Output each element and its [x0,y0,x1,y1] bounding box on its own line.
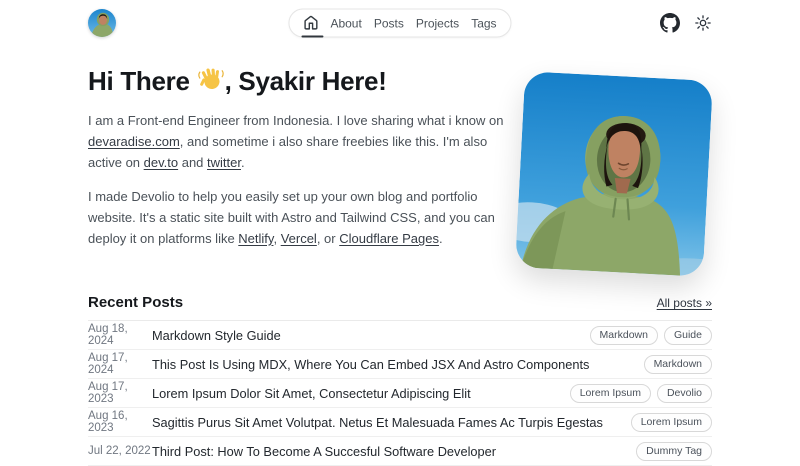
tag-badge[interactable]: Lorem Ipsum [631,413,712,432]
post-tags: Lorem Ipsum [631,413,712,432]
recent-posts-header: Recent Posts All posts » [88,294,712,321]
p2-text: . [439,231,443,246]
post-row: Aug 17, 2024 This Post Is Using MDX, Whe… [88,350,712,379]
github-button[interactable] [660,13,680,33]
main-nav: About Posts Projects Tags [288,9,511,38]
p1-text: . [241,155,245,170]
link-devaradise[interactable]: devaradise.com [88,134,180,149]
home-icon [303,16,318,31]
post-date: Aug 16, 2023 [88,410,152,434]
post-title-link[interactable]: This Post Is Using MDX, Where You Can Em… [152,357,589,372]
hero-section: Hi There , Syakir Here! I am a Front-end… [88,64,712,272]
theme-toggle-button[interactable] [694,14,712,32]
post-date: Aug 17, 2024 [88,352,152,376]
portrait-photo [515,71,713,277]
link-cloudflare-pages[interactable]: Cloudflare Pages [339,231,439,246]
page-container: About Posts Projects Tags Hi There , Sya… [88,8,712,466]
tag-badge[interactable]: Markdown [590,326,658,345]
link-vercel[interactable]: Vercel [281,231,317,246]
tag-badge[interactable]: Devolio [657,384,712,403]
nav-item-projects[interactable]: Projects [416,16,459,30]
p2-text: , or [317,231,339,246]
post-tags: Dummy Tag [636,442,712,461]
p2-text: , [273,231,280,246]
hero-paragraph-1: I am a Front-end Engineer from Indonesia… [88,111,518,173]
avatar[interactable] [88,9,116,37]
post-title-link[interactable]: Markdown Style Guide [152,328,281,343]
nav-item-posts[interactable]: Posts [374,16,404,30]
title-text-pre: Hi There [88,66,197,96]
tag-badge[interactable]: Lorem Ipsum [570,384,651,403]
site-header: About Posts Projects Tags [88,8,712,38]
header-actions [660,13,712,33]
post-title-link[interactable]: Third Post: How To Become A Succesful So… [152,444,496,459]
post-row: Aug 18, 2024 Markdown Style Guide Markdo… [88,321,712,350]
p1-text: and [178,155,207,170]
recent-posts-section: Recent Posts All posts » Aug 18, 2024 Ma… [88,294,712,466]
tag-badge[interactable]: Dummy Tag [636,442,712,461]
tag-badge[interactable]: Guide [664,326,712,345]
post-row: Aug 17, 2023 Lorem Ipsum Dolor Sit Amet,… [88,379,712,408]
nav-active-indicator [301,36,323,38]
post-date: Aug 18, 2024 [88,323,152,347]
all-posts-link[interactable]: All posts » [657,296,712,310]
post-row: Jul 22, 2022 Third Post: How To Become A… [88,437,712,466]
tag-badge[interactable]: Markdown [644,355,712,374]
nav-item-about[interactable]: About [330,16,361,30]
sun-icon [694,14,712,32]
github-icon [660,13,680,33]
hero-paragraph-2: I made Devolio to help you easily set up… [88,187,518,249]
page-title: Hi There , Syakir Here! [88,66,518,97]
p1-text: I am a Front-end Engineer from Indonesia… [88,113,504,128]
waving-hand-icon [197,66,225,94]
link-twitter[interactable]: twitter [207,155,241,170]
nav-item-tags[interactable]: Tags [471,16,496,30]
post-tags: Markdown Guide [590,326,712,345]
post-date: Aug 17, 2023 [88,381,152,405]
avatar-photo [88,9,116,37]
post-title-link[interactable]: Lorem Ipsum Dolor Sit Amet, Consectetur … [152,386,471,401]
hero-copy: Hi There , Syakir Here! I am a Front-end… [88,64,518,264]
title-text-post: , Syakir Here! [225,66,387,96]
link-devto[interactable]: dev.to [144,155,178,170]
post-tags: Markdown [644,355,712,374]
post-title-link[interactable]: Sagittis Purus Sit Amet Volutpat. Netus … [152,415,603,430]
portrait-photo-green-hoodie [515,71,713,277]
post-list: Aug 18, 2024 Markdown Style Guide Markdo… [88,321,712,466]
nav-home-link[interactable] [303,16,318,31]
post-row: Aug 16, 2023 Sagittis Purus Sit Amet Vol… [88,408,712,437]
link-netlify[interactable]: Netlify [238,231,273,246]
recent-posts-heading: Recent Posts [88,294,183,311]
post-date: Jul 22, 2022 [88,445,152,457]
post-tags: Lorem Ipsum Devolio [570,384,712,403]
